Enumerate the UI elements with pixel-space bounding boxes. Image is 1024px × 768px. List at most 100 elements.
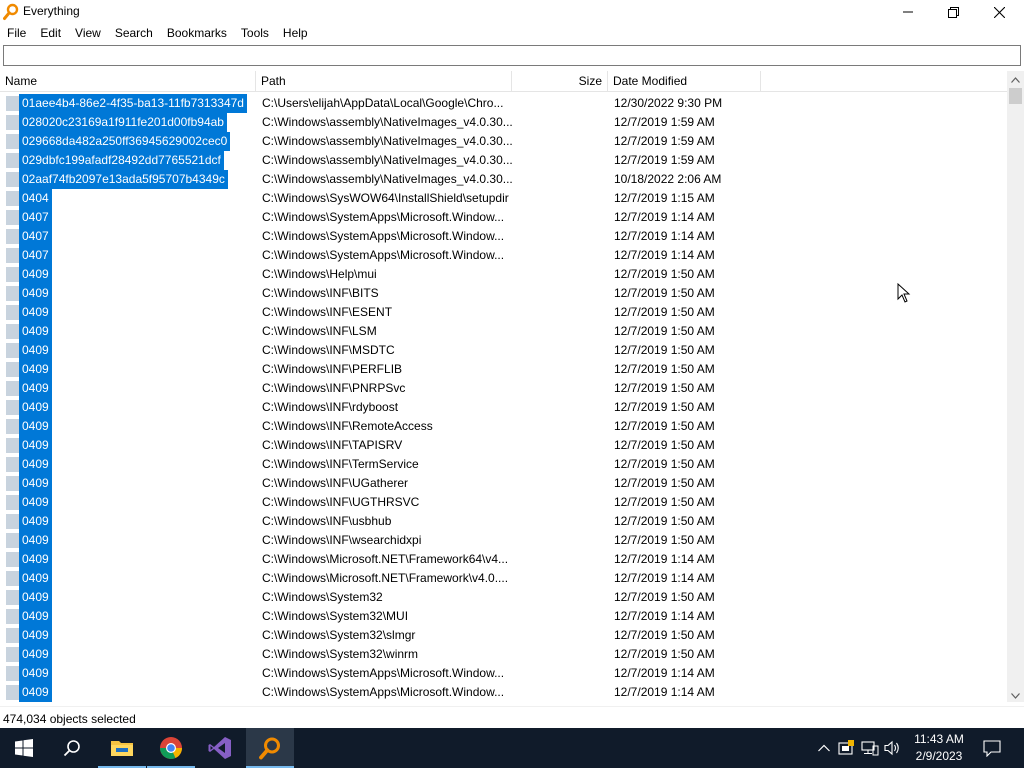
- clock[interactable]: 11:43 AM 2/9/2023: [900, 731, 978, 765]
- taskbar-file-explorer[interactable]: [98, 728, 146, 768]
- search-input[interactable]: [4, 46, 1020, 65]
- show-hidden-icons-button[interactable]: [814, 738, 834, 758]
- folder-icon: [6, 495, 19, 510]
- table-row[interactable]: 0407 C:\Windows\SystemApps\Microsoft.Wind…: [0, 227, 1007, 246]
- table-row[interactable]: 0409 C:\Windows\INF\usbhub 12/7/2019 1:50 …: [0, 512, 1007, 531]
- column-divider[interactable]: [760, 71, 761, 92]
- scroll-up-button[interactable]: [1007, 71, 1024, 88]
- table-row[interactable]: 0409 C:\Windows\System32\winrm 12/7/2019 1…: [0, 645, 1007, 664]
- restore-button[interactable]: [930, 0, 976, 24]
- table-row[interactable]: 0409 C:\Windows\SystemApps\Microsoft.Wind…: [0, 664, 1007, 683]
- folder-icon: [6, 457, 19, 472]
- chevron-up-icon: [1011, 76, 1020, 83]
- row-name: 02aaf74fb2097e13ada5f95707b4349c: [19, 170, 228, 189]
- vertical-scrollbar[interactable]: [1007, 71, 1024, 702]
- folder-icon: [6, 419, 19, 434]
- row-path: C:\Windows\INF\PERFLIB: [262, 362, 403, 376]
- table-row[interactable]: 0409 C:\Windows\INF\UGatherer 12/7/2019 1:…: [0, 474, 1007, 493]
- table-row[interactable]: 0407 C:\Windows\SystemApps\Microsoft.Wind…: [0, 246, 1007, 265]
- tray-app-button[interactable]: [836, 738, 856, 758]
- menu-bookmarks[interactable]: Bookmarks: [160, 23, 234, 43]
- minimize-button[interactable]: [885, 0, 931, 24]
- table-row[interactable]: 0409 C:\Windows\INF\UGTHRSVC 12/7/2019 1:5…: [0, 493, 1007, 512]
- file-explorer-icon: [111, 741, 133, 756]
- table-row[interactable]: 0409 C:\Windows\Microsoft.NET\Framework64…: [0, 550, 1007, 569]
- table-row[interactable]: 02aaf74fb2097e13ada5f95707b4349c C:\Windo…: [0, 170, 1007, 189]
- scroll-down-button[interactable]: [1007, 687, 1024, 704]
- row-name: 0407: [19, 246, 52, 265]
- table-row[interactable]: 0409 C:\Windows\INF\TermService 12/7/2019 …: [0, 455, 1007, 474]
- table-row[interactable]: 0407 C:\Windows\SystemApps\Microsoft.Wind…: [0, 208, 1007, 227]
- table-row[interactable]: 0409 C:\Windows\SystemApps\Microsoft.Wind…: [0, 683, 1007, 702]
- search-icon: [63, 740, 80, 757]
- table-row[interactable]: 028020c23169a1f911fe201d00fb94ab C:\Windo…: [0, 113, 1007, 132]
- taskbar-chrome[interactable]: [147, 728, 195, 768]
- table-row[interactable]: 0409 C:\Windows\INF\TAPISRV 12/7/2019 1:50…: [0, 436, 1007, 455]
- column-name-header[interactable]: Name: [5, 71, 37, 92]
- notification-icon: [983, 739, 1001, 757]
- table-row[interactable]: 0409 C:\Windows\INF\PERFLIB 12/7/2019 1:50…: [0, 360, 1007, 379]
- column-divider[interactable]: [255, 71, 256, 92]
- menu-edit[interactable]: Edit: [33, 23, 68, 43]
- table-row[interactable]: 0409 C:\Windows\INF\ESENT 12/7/2019 1:50 A…: [0, 303, 1007, 322]
- table-row[interactable]: 0409 C:\Windows\Microsoft.NET\Framework\v…: [0, 569, 1007, 588]
- menu-help[interactable]: Help: [276, 23, 315, 43]
- table-row[interactable]: 0409 C:\Windows\Help\mui 12/7/2019 1:50 AM: [0, 265, 1007, 284]
- folder-icon: [6, 362, 19, 377]
- row-name: 0409: [19, 626, 52, 645]
- row-name: 0409: [19, 493, 52, 512]
- row-date-modified: 12/7/2019 1:50 AM: [614, 476, 715, 490]
- folder-icon: [6, 191, 19, 206]
- folder-icon: [6, 286, 19, 301]
- scroll-thumb[interactable]: [1009, 88, 1022, 104]
- table-row[interactable]: 0409 C:\Windows\INF\wsearchidxpi 12/7/2019…: [0, 531, 1007, 550]
- taskbar-visual-studio[interactable]: [196, 728, 244, 768]
- clock-time: 11:43 AM: [914, 732, 964, 746]
- folder-icon: [6, 628, 19, 643]
- menu-search[interactable]: Search: [108, 23, 160, 43]
- row-path: C:\Windows\INF\rdyboost: [262, 400, 399, 414]
- row-date-modified: 12/7/2019 1:50 AM: [614, 457, 715, 471]
- row-date-modified: 12/7/2019 1:50 AM: [614, 438, 715, 452]
- folder-icon: [6, 476, 19, 491]
- window-title: Everything: [23, 4, 80, 18]
- table-row[interactable]: 0404 C:\Windows\SysWOW64\InstallShield\se…: [0, 189, 1007, 208]
- row-path: C:\Windows\SystemApps\Microsoft.Window..…: [262, 685, 505, 699]
- table-row[interactable]: 0409 C:\Windows\INF\RemoteAccess 12/7/2019…: [0, 417, 1007, 436]
- menu-tools[interactable]: Tools: [234, 23, 276, 43]
- table-row[interactable]: 01aee4b4-86e2-4f35-ba13-11fb7313347d C:\U…: [0, 94, 1007, 113]
- row-date-modified: 12/7/2019 1:50 AM: [614, 419, 715, 433]
- row-name: 0409: [19, 531, 52, 550]
- start-button[interactable]: [0, 728, 48, 768]
- row-name: 0409: [19, 398, 52, 417]
- table-row[interactable]: 0409 C:\Windows\INF\rdyboost 12/7/2019 1:5…: [0, 398, 1007, 417]
- table-row[interactable]: 0409 C:\Windows\INF\PNRPSvc 12/7/2019 1:50…: [0, 379, 1007, 398]
- row-path: C:\Windows\assembly\NativeImages_v4.0.30…: [262, 134, 513, 148]
- table-row[interactable]: 0409 C:\Windows\INF\BITS 12/7/2019 1:50 AM: [0, 284, 1007, 303]
- taskbar-search-button[interactable]: [48, 728, 96, 768]
- table-row[interactable]: 0409 C:\Windows\INF\MSDTC 12/7/2019 1:50 A…: [0, 341, 1007, 360]
- action-center-button[interactable]: [982, 738, 1002, 758]
- table-row[interactable]: 029dbfc199afadf28492dd7765521dcf C:\Windo…: [0, 151, 1007, 170]
- column-divider[interactable]: [607, 71, 608, 92]
- table-row[interactable]: 0409 C:\Windows\System32 12/7/2019 1:50 AM: [0, 588, 1007, 607]
- column-size-header[interactable]: Size: [512, 71, 602, 92]
- column-path-header[interactable]: Path: [261, 71, 286, 92]
- column-date-modified-header[interactable]: Date Modified: [613, 71, 687, 92]
- row-name: 0409: [19, 284, 52, 303]
- table-row[interactable]: 0409 C:\Windows\INF\LSM 12/7/2019 1:50 AM: [0, 322, 1007, 341]
- table-row[interactable]: 0409 C:\Windows\System32\MUI 12/7/2019 1:1…: [0, 607, 1007, 626]
- row-path: C:\Windows\System32: [262, 590, 383, 604]
- network-button[interactable]: [860, 738, 880, 758]
- menu-file[interactable]: File: [0, 23, 33, 43]
- taskbar: 11:43 AM 2/9/2023: [0, 728, 1024, 768]
- folder-icon: [6, 381, 19, 396]
- title-bar[interactable]: Everything: [0, 0, 1024, 24]
- close-button[interactable]: [976, 0, 1022, 24]
- row-name: 028020c23169a1f911fe201d00fb94ab: [19, 113, 227, 132]
- menu-view[interactable]: View: [68, 23, 108, 43]
- table-row[interactable]: 0409 C:\Windows\System32\slmgr 12/7/2019 1…: [0, 626, 1007, 645]
- table-row[interactable]: 029668da482a250ff36945629002cec0 C:\Windo…: [0, 132, 1007, 151]
- taskbar-everything[interactable]: [246, 728, 294, 768]
- row-date-modified: 12/7/2019 1:50 AM: [614, 400, 715, 414]
